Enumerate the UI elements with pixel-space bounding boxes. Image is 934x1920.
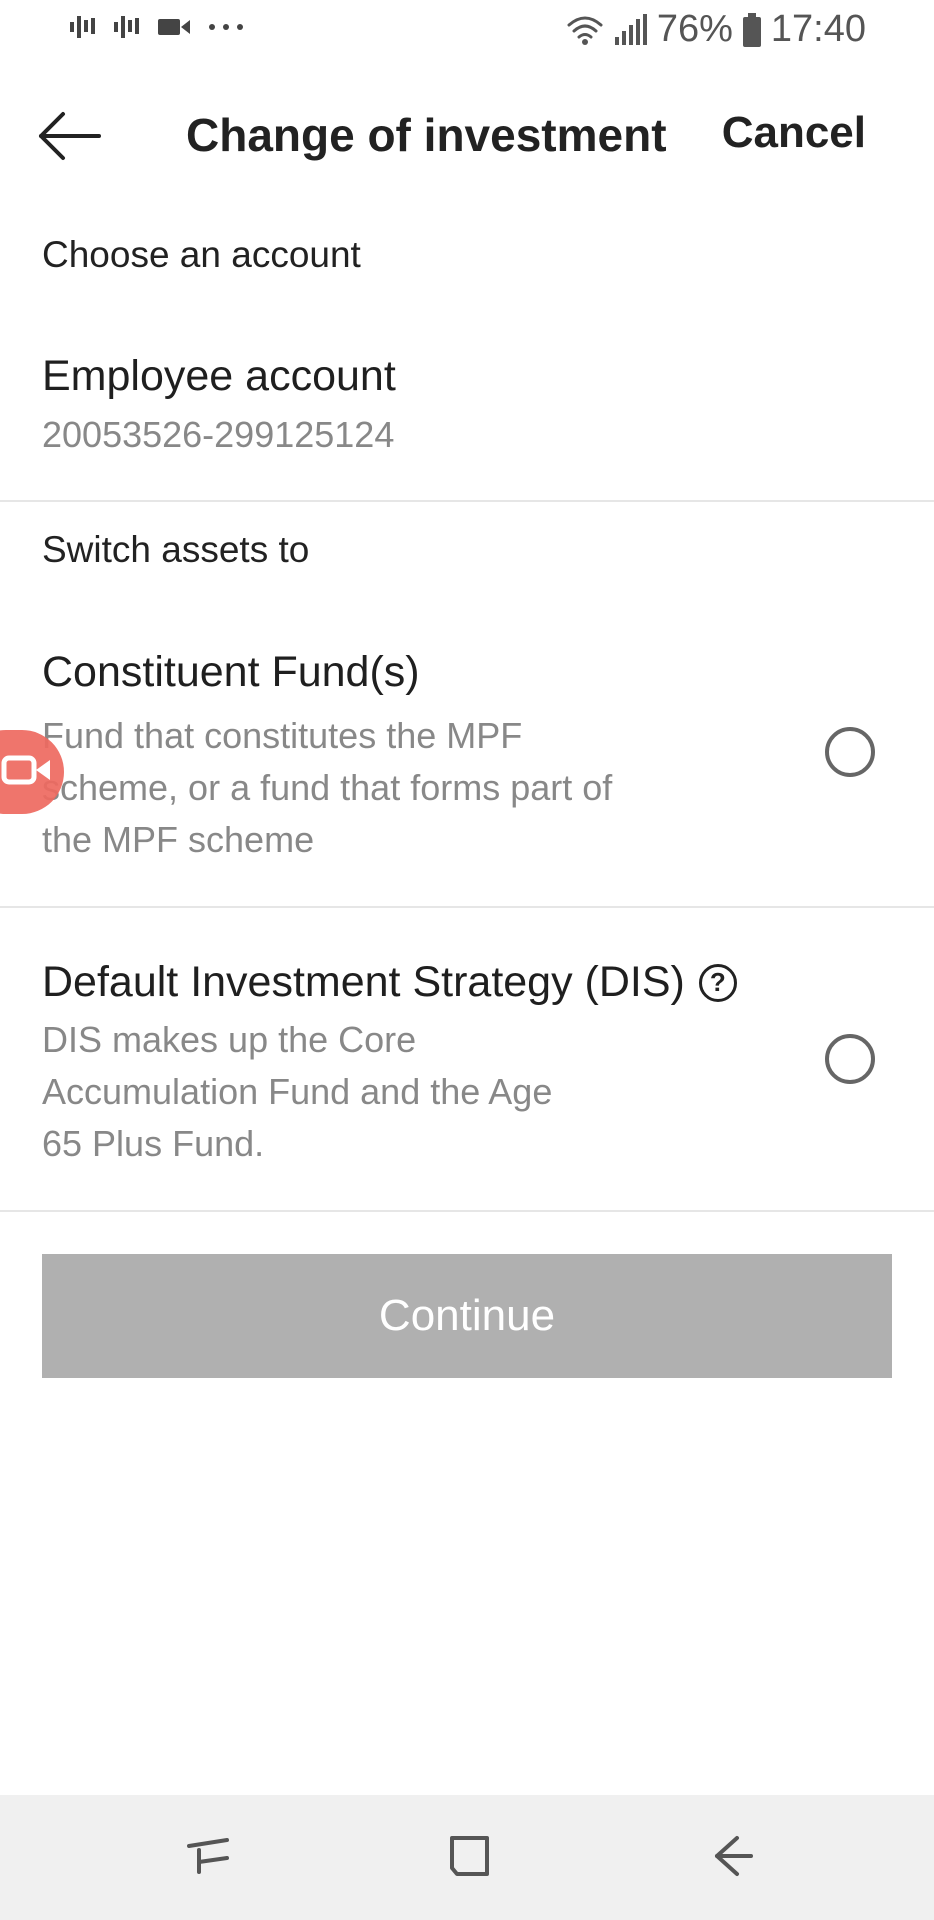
screen: 76% 17:40 Change of investment Cancel Ch… <box>0 0 934 1920</box>
wifi-icon <box>565 13 605 47</box>
option-description: DIS makes up the Core Accumulation Fund … <box>42 1019 553 1164</box>
status-bar: 76% 17:40 <box>0 0 934 60</box>
divider <box>0 500 934 502</box>
option-title: Default Investment Strategy (DIS) <box>42 958 685 1006</box>
cancel-button[interactable]: Cancel <box>722 108 866 158</box>
signal-bars-icon <box>112 12 142 42</box>
option-title-row: Default Investment Strategy (DIS) ? <box>42 958 737 1007</box>
option-constituent-funds[interactable]: Constituent Fund(s) Fund that constitute… <box>0 620 934 906</box>
option-default-investment-strategy[interactable]: Default Investment Strategy (DIS) ? DIS … <box>0 908 934 1210</box>
system-back-button[interactable] <box>692 1817 772 1897</box>
switch-assets-label: Switch assets to <box>42 529 310 570</box>
home-square-icon <box>445 1830 495 1885</box>
choose-account-label: Choose an account <box>42 234 361 275</box>
navigation-bar <box>0 1795 934 1920</box>
account-selector[interactable]: Employee account 20053526-299125124 <box>0 336 934 500</box>
more-dots-icon <box>206 12 246 42</box>
cell-signal-icon <box>613 13 649 47</box>
option-title: Constituent Fund(s) <box>42 648 420 696</box>
battery-icon <box>741 12 763 48</box>
help-icon[interactable]: ? <box>698 963 737 1002</box>
account-name: Employee account <box>42 352 396 400</box>
clock: 17:40 <box>770 8 866 50</box>
option-description: Fund that constitutes the MPF scheme, or… <box>42 715 613 860</box>
account-number: 20053526-299125124 <box>42 414 395 455</box>
status-right: 76% 17:40 <box>565 8 866 51</box>
back-button[interactable] <box>30 98 110 178</box>
radio-constituent-funds[interactable] <box>825 727 875 777</box>
divider <box>0 1210 934 1212</box>
recent-apps-icon <box>183 1830 233 1885</box>
arrow-left-icon <box>37 111 103 166</box>
video-camera-icon <box>0 750 52 795</box>
continue-button[interactable]: Continue <box>42 1254 892 1378</box>
home-button[interactable] <box>430 1817 510 1897</box>
radio-default-investment-strategy[interactable] <box>825 1034 875 1084</box>
battery-percent: 76% <box>656 8 733 50</box>
signal-bars-icon <box>68 12 98 42</box>
app-bar: Change of investment Cancel <box>0 70 934 200</box>
video-camera-icon <box>156 12 192 42</box>
status-left-icons <box>68 12 246 42</box>
back-chevron-icon <box>707 1830 757 1885</box>
page-title: Change of investment <box>186 109 667 161</box>
recent-apps-button[interactable] <box>168 1817 248 1897</box>
